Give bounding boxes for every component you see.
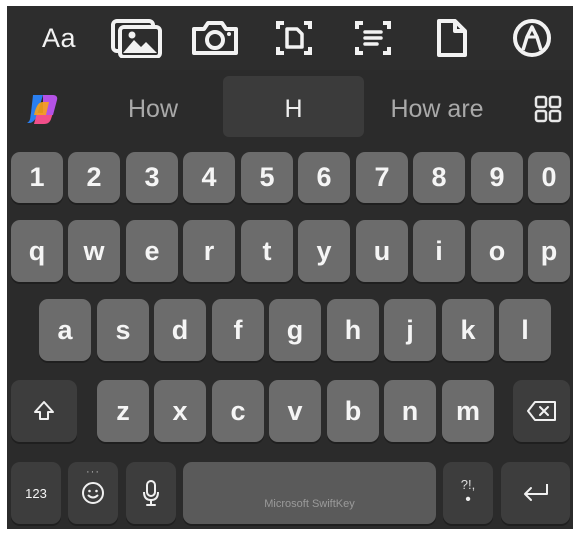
key-v[interactable]: v bbox=[269, 380, 321, 442]
space-bar[interactable]: Microsoft SwiftKey bbox=[183, 462, 436, 524]
key-l[interactable]: l bbox=[499, 299, 551, 361]
punctuation-key-label: ?!, bbox=[460, 477, 476, 492]
key-d[interactable]: d bbox=[154, 299, 206, 361]
gallery-icon bbox=[111, 19, 162, 58]
more-apps-button[interactable] bbox=[534, 95, 562, 123]
key-i[interactable]: i bbox=[413, 220, 465, 282]
key-p[interactable]: p bbox=[528, 220, 570, 282]
pen-icon bbox=[513, 19, 551, 57]
key-e[interactable]: e bbox=[126, 220, 178, 282]
text-scan-icon bbox=[355, 21, 391, 55]
numbers-key-label: 123 bbox=[25, 485, 47, 501]
key-g[interactable]: g bbox=[269, 299, 321, 361]
key-5[interactable]: 5 bbox=[241, 152, 293, 203]
camera-icon bbox=[192, 21, 238, 55]
key-m[interactable]: m bbox=[442, 380, 494, 442]
key-0[interactable]: 0 bbox=[528, 152, 570, 203]
camera-button[interactable] bbox=[188, 14, 242, 62]
key-c[interactable]: c bbox=[212, 380, 264, 442]
key-9[interactable]: 9 bbox=[471, 152, 523, 203]
font-style-label: Aa bbox=[41, 22, 77, 53]
key-f[interactable]: f bbox=[212, 299, 264, 361]
key-j[interactable]: j bbox=[384, 299, 436, 361]
key-7[interactable]: 7 bbox=[356, 152, 408, 203]
numbers-key[interactable]: 123 bbox=[11, 462, 61, 524]
backspace-key[interactable] bbox=[513, 380, 570, 442]
suggestion-bar: How H How are bbox=[7, 70, 573, 148]
suggestion-left[interactable]: How bbox=[105, 70, 201, 148]
backspace-icon bbox=[526, 401, 556, 421]
key-2[interactable]: 2 bbox=[68, 152, 120, 203]
suggestion-center[interactable]: H bbox=[223, 70, 364, 148]
enter-key[interactable] bbox=[501, 462, 570, 524]
grid-icon bbox=[534, 95, 562, 123]
key-r[interactable]: r bbox=[183, 220, 235, 282]
microphone-icon bbox=[143, 480, 159, 506]
key-3[interactable]: 3 bbox=[126, 152, 178, 203]
key-t[interactable]: t bbox=[241, 220, 293, 282]
emoji-more-dots: ··· bbox=[86, 466, 100, 478]
key-a[interactable]: a bbox=[39, 299, 91, 361]
key-x[interactable]: x bbox=[154, 380, 206, 442]
key-8[interactable]: 8 bbox=[413, 152, 465, 203]
shift-icon bbox=[34, 401, 54, 420]
text-scan-button[interactable] bbox=[346, 14, 400, 62]
voice-input-key[interactable] bbox=[126, 462, 176, 524]
space-bar-label: Microsoft SwiftKey bbox=[264, 498, 355, 510]
keyboard: Aa How H How are 1 2 3 4 5 6 7 8 9 0 q w… bbox=[7, 6, 573, 529]
key-o[interactable]: o bbox=[471, 220, 523, 282]
key-1[interactable]: 1 bbox=[11, 152, 63, 203]
emoji-key[interactable]: ··· bbox=[68, 462, 118, 524]
pen-button[interactable] bbox=[505, 14, 559, 62]
key-u[interactable]: u bbox=[356, 220, 408, 282]
key-n[interactable]: n bbox=[384, 380, 436, 442]
enter-icon bbox=[523, 484, 548, 501]
key-s[interactable]: s bbox=[97, 299, 149, 361]
document-button[interactable] bbox=[425, 14, 479, 62]
key-q[interactable]: q bbox=[11, 220, 63, 282]
punctuation-key-dot: • bbox=[465, 491, 471, 508]
key-y[interactable]: y bbox=[298, 220, 350, 282]
gallery-button[interactable] bbox=[109, 14, 163, 62]
emoji-icon bbox=[82, 482, 104, 504]
document-icon bbox=[437, 19, 467, 57]
clipboard-button[interactable] bbox=[267, 14, 321, 62]
key-z[interactable]: z bbox=[97, 380, 149, 442]
copilot-button[interactable] bbox=[25, 91, 61, 127]
key-w[interactable]: w bbox=[68, 220, 120, 282]
key-h[interactable]: h bbox=[327, 299, 379, 361]
key-b[interactable]: b bbox=[327, 380, 379, 442]
suggestion-right[interactable]: How are bbox=[377, 70, 497, 148]
key-6[interactable]: 6 bbox=[298, 152, 350, 203]
shift-key[interactable] bbox=[11, 380, 77, 442]
key-k[interactable]: k bbox=[442, 299, 494, 361]
key-4[interactable]: 4 bbox=[183, 152, 235, 203]
copilot-icon bbox=[27, 95, 58, 124]
toolbar: Aa bbox=[7, 6, 573, 70]
clipboard-icon bbox=[276, 21, 312, 55]
punctuation-key[interactable]: ?!, • bbox=[443, 462, 493, 524]
font-style-button[interactable]: Aa bbox=[32, 14, 86, 62]
